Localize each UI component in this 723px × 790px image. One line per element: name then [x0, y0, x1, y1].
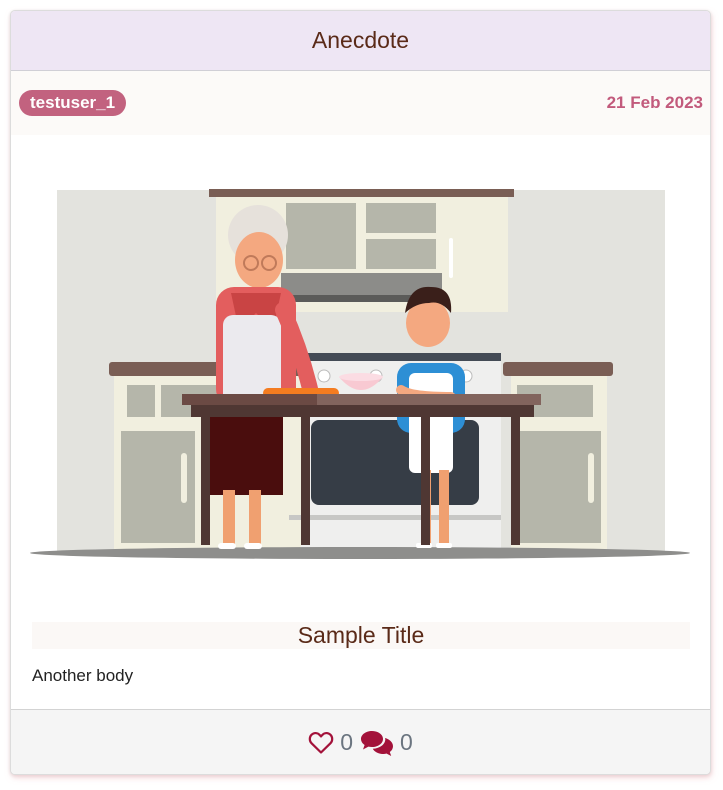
post-card: Anecdote testuser_1 21 Feb 2023 Sample T… — [10, 10, 711, 775]
card-header: Anecdote — [11, 11, 710, 71]
post-body: Another body — [32, 666, 134, 685]
comment-count: 0 — [400, 729, 413, 755]
card-title: Anecdote — [311, 27, 410, 53]
card-footer: 0 0 — [11, 709, 710, 774]
comments-button[interactable]: 0 — [360, 729, 413, 757]
username-badge[interactable]: testuser_1 — [19, 90, 127, 116]
comments-icon — [361, 730, 393, 756]
post-title: Sample Title — [297, 622, 425, 648]
post-date: 21 Feb 2023 — [606, 93, 703, 112]
post-title-bar: Sample Title — [32, 622, 690, 649]
kitchen-illustration — [30, 189, 690, 559]
post-image — [11, 135, 710, 605]
post-meta: testuser_1 21 Feb 2023 — [11, 71, 710, 135]
like-button[interactable]: 0 — [308, 729, 353, 756]
like-count: 0 — [340, 729, 353, 755]
heart-outline-icon — [308, 731, 334, 754]
